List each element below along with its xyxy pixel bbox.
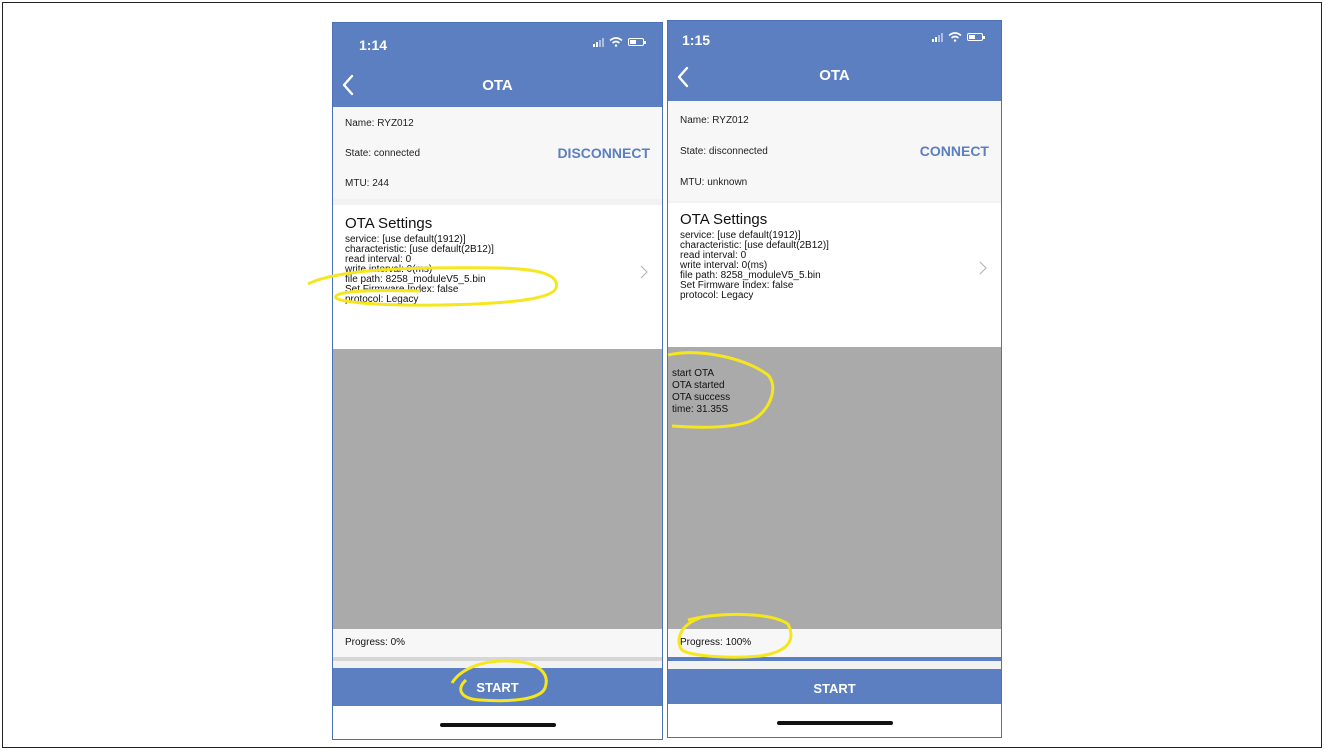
log-line: start OTA [672,368,715,379]
signal-icon [932,32,943,42]
home-indicator[interactable] [776,721,893,725]
home-bar [333,706,662,739]
page-title: OTA [482,77,513,94]
wifi-icon [948,32,962,42]
system-icons [932,32,985,42]
ota-log-area: start OTA OTA started OTA success time: … [668,347,1001,629]
status-bar: 1:14 [333,23,662,63]
progress-fill [668,657,1001,661]
chevron-right-icon [979,261,987,275]
wifi-icon [609,37,623,47]
device-mtu: MTU: unknown [680,177,748,188]
log-line: time: 31.35S [672,404,729,415]
log-lines: start OTA OTA started OTA success time: … [672,368,730,416]
connect-button[interactable]: CONNECT [920,143,989,159]
ota-settings-card[interactable]: OTA Settings service: [use default(1912)… [668,203,1001,349]
progress-text: Progress: 0% [345,637,406,648]
status-time: 1:14 [359,37,388,53]
chevron-right-icon [640,265,648,279]
phone-screen-2: 1:15 OTA Name: RYZ012 State: disconnecte… [667,20,1002,738]
progress-row: Progress: 100% [668,629,1001,657]
disconnect-button[interactable]: DISCONNECT [557,145,650,161]
home-indicator[interactable] [439,723,556,727]
log-line: OTA started [672,380,725,391]
settings-protocol: protocol: Legacy [680,290,754,301]
status-time: 1:15 [682,32,711,48]
start-button[interactable]: START [333,668,662,708]
device-name: Name: RYZ012 [680,115,749,126]
progress-bar [668,657,1001,661]
start-button[interactable]: START [668,669,1001,709]
settings-title: OTA Settings [345,215,433,232]
settings-details: service: [use default(1912)] characteris… [680,231,829,301]
phone-screen-1: 1:14 OTA Name: RYZ012 State: connected D… [332,22,663,740]
nav-bar: OTA [333,63,662,107]
device-info-card: Name: RYZ012 State: connected DISCONNECT… [333,107,662,199]
progress-row: Progress: 0% [333,629,662,657]
progress-bar [333,657,662,661]
device-mtu: MTU: 244 [345,178,389,189]
device-state: State: connected [345,148,421,159]
device-state: State: disconnected [680,146,768,157]
nav-bar: OTA [668,55,1001,101]
home-bar [668,704,1001,737]
log-line: OTA success [672,392,731,403]
page-title: OTA [819,67,850,84]
settings-details: service: [use default(1912)] characteris… [345,235,494,305]
battery-icon [628,38,646,46]
device-info-card: Name: RYZ012 State: disconnected CONNECT… [668,101,1001,201]
ota-log-area [333,349,662,629]
system-icons [593,37,646,47]
battery-icon [967,33,985,41]
device-name: Name: RYZ012 [345,118,414,129]
settings-protocol: protocol: Legacy [345,294,419,305]
ota-settings-card[interactable]: OTA Settings service: [use default(1912)… [333,205,662,351]
settings-title: OTA Settings [680,211,768,228]
progress-text: Progress: 100% [680,637,752,648]
signal-icon [593,37,604,47]
